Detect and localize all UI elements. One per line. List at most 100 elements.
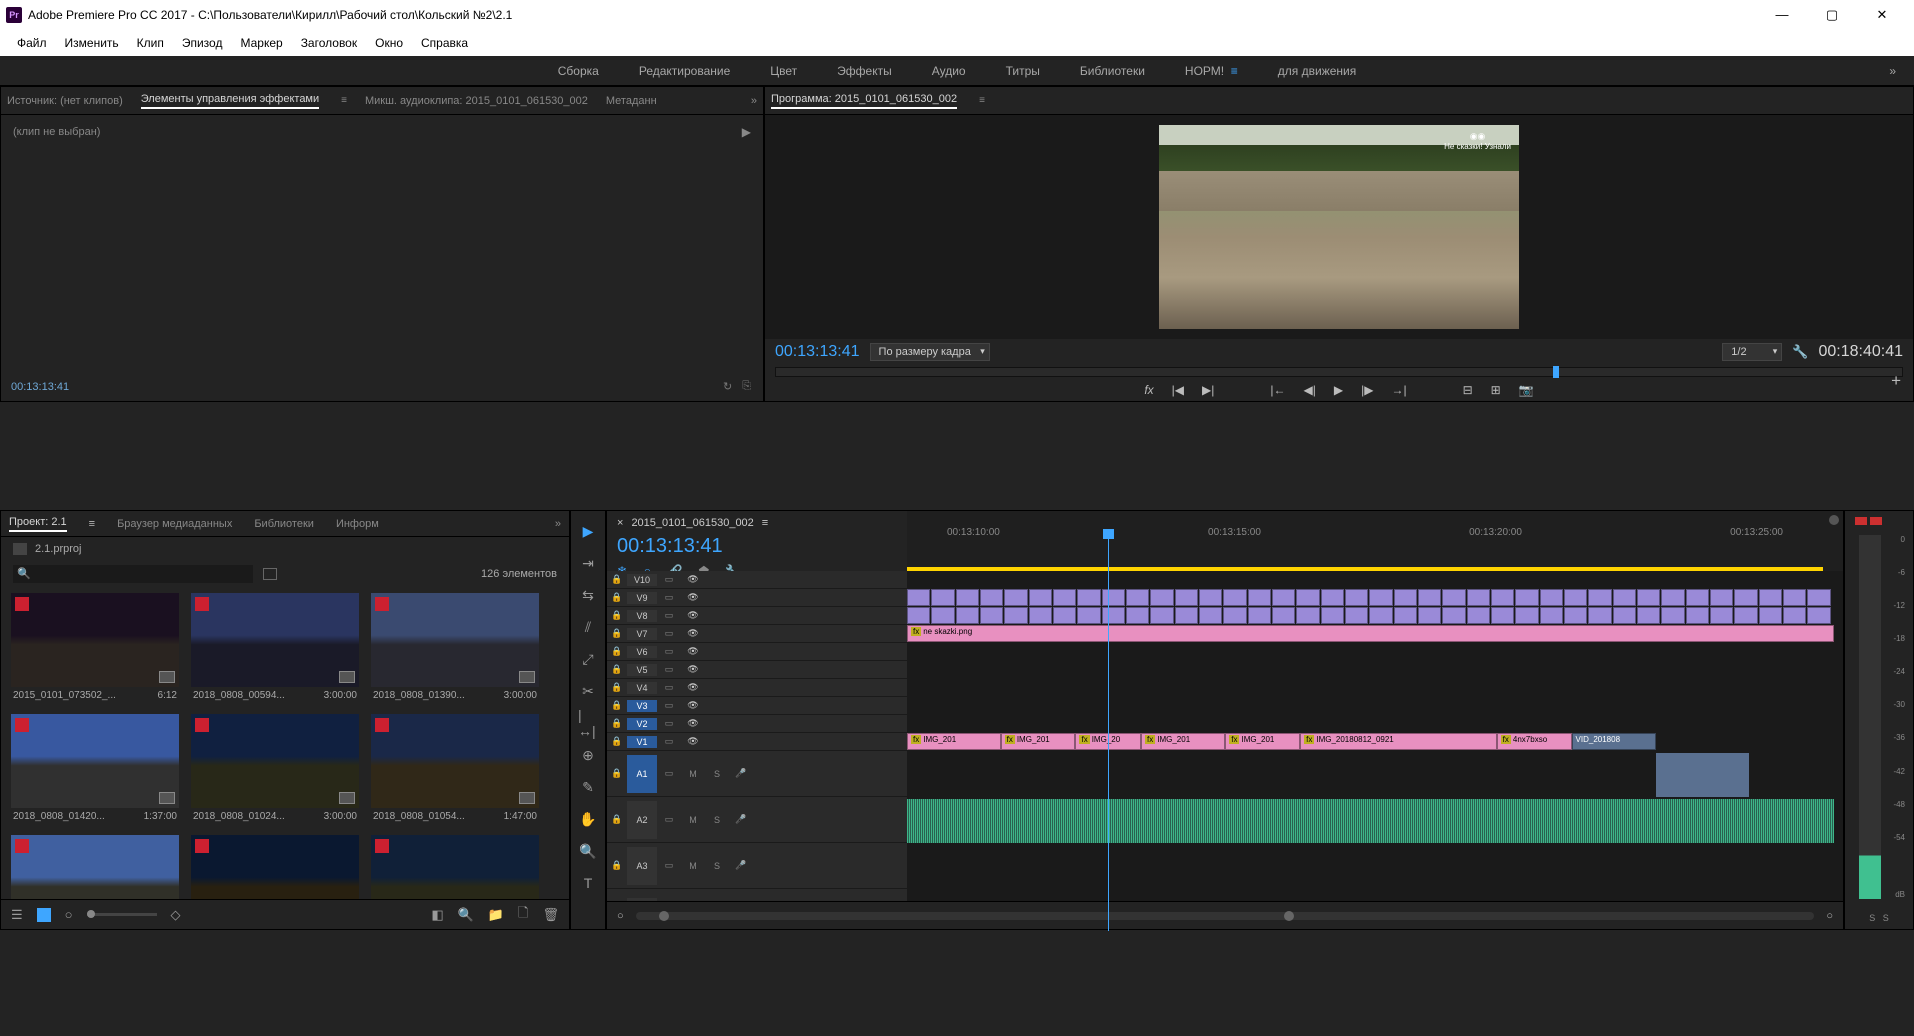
mark-in-icon[interactable]: |◀ — [1172, 383, 1184, 397]
track-lock-icon[interactable]: 🔒 — [607, 860, 627, 871]
program-timecode[interactable]: 00:13:13:41 — [775, 343, 860, 361]
track-label[interactable]: A3 — [627, 847, 657, 885]
go-to-out-icon[interactable]: →| — [1391, 383, 1406, 397]
find-icon[interactable]: 🔍 — [458, 907, 474, 923]
step-fwd-icon[interactable]: |▶ — [1361, 383, 1373, 397]
project-clip[interactable]: 2018_0808_... — [191, 835, 359, 899]
track-label[interactable]: A1 — [627, 755, 657, 793]
solo-button[interactable]: S — [705, 769, 729, 779]
video-clip[interactable] — [1004, 607, 1027, 624]
track-lock-icon[interactable]: 🔒 — [607, 628, 627, 639]
list-view-icon[interactable]: ☰ — [11, 907, 23, 923]
video-clip[interactable] — [1686, 607, 1709, 624]
track-visibility-icon[interactable]: 👁 — [681, 700, 705, 711]
video-clip[interactable] — [1150, 607, 1173, 624]
video-clip[interactable] — [1710, 607, 1733, 624]
video-clip[interactable] — [907, 607, 930, 624]
video-clip[interactable] — [1710, 589, 1733, 606]
track-visibility-icon[interactable]: 👁 — [681, 574, 705, 585]
video-clip[interactable] — [1467, 607, 1490, 624]
track-label[interactable]: V10 — [627, 574, 657, 586]
sequence-name[interactable]: 2015_0101_061530_002 — [631, 517, 753, 529]
zoom-out-icon[interactable]: ○ — [617, 910, 624, 922]
video-clip[interactable] — [1564, 589, 1587, 606]
tab-project[interactable]: Проект: 2.1 — [9, 516, 67, 532]
track-lock-icon[interactable]: 🔒 — [607, 646, 627, 657]
video-clip[interactable] — [1175, 607, 1198, 624]
video-clip[interactable] — [1442, 589, 1465, 606]
video-clip[interactable]: fxIMG_201 — [1141, 733, 1225, 750]
slip-tool-icon[interactable]: |↔| — [578, 713, 598, 733]
video-clip[interactable] — [1029, 607, 1052, 624]
video-clip[interactable] — [1199, 607, 1222, 624]
type-tool-icon[interactable]: T — [578, 873, 598, 893]
video-clip[interactable] — [1734, 589, 1757, 606]
video-clip[interactable] — [956, 589, 979, 606]
track-lock-icon[interactable]: 🔒 — [607, 814, 627, 825]
project-clip[interactable]: 2018_0808_01024...3:00:00 — [191, 714, 359, 825]
track-label[interactable]: V7 — [627, 628, 657, 640]
track-visibility-icon[interactable]: 👁 — [681, 610, 705, 621]
video-clip[interactable] — [1053, 589, 1076, 606]
audio-clip[interactable] — [1656, 753, 1750, 797]
menu-file[interactable]: Файл — [8, 36, 56, 50]
solo-buttons[interactable]: S S — [1845, 913, 1913, 923]
mute-button[interactable]: M — [681, 861, 705, 871]
sync-lock-icon[interactable]: ▭ — [657, 814, 681, 825]
zoom-fit-dropdown[interactable]: По размеру кадра — [870, 343, 990, 361]
icon-view-icon[interactable] — [37, 908, 51, 922]
video-clip[interactable] — [1102, 589, 1125, 606]
video-clip[interactable] — [1637, 607, 1660, 624]
track-label[interactable]: V3 — [627, 700, 657, 712]
timeline-timecode[interactable]: 00:13:13:41 — [617, 535, 897, 558]
freeform-view-icon[interactable]: ○ — [65, 907, 73, 922]
track-lock-icon[interactable]: 🔒 — [607, 574, 627, 585]
program-monitor-viewport[interactable]: Не сказки! Узнали — [765, 115, 1913, 339]
solo-button[interactable]: S — [705, 815, 729, 825]
video-clip[interactable]: VID_201808 — [1572, 733, 1656, 750]
video-clip[interactable] — [1345, 607, 1368, 624]
video-clip[interactable] — [1418, 589, 1441, 606]
zoom-tool-icon[interactable]: 🔍 — [578, 841, 598, 861]
work-area-end-icon[interactable] — [1829, 515, 1839, 525]
video-clip[interactable] — [1248, 589, 1271, 606]
video-clip[interactable] — [1661, 607, 1684, 624]
video-clip[interactable] — [1637, 589, 1660, 606]
video-clip[interactable] — [1515, 589, 1538, 606]
track-content[interactable]: fxne skazki.pngfxIMG_201fxIMG_201fxIMG_2… — [907, 571, 1843, 901]
fx-icon[interactable]: fx — [1144, 383, 1153, 397]
video-clip[interactable] — [1807, 607, 1830, 624]
workspace-assembly[interactable]: Сборка — [558, 64, 599, 78]
project-search-input[interactable] — [13, 565, 253, 583]
video-clip[interactable] — [1807, 589, 1830, 606]
video-clip[interactable] — [1418, 607, 1441, 624]
trash-icon[interactable]: 🗑 — [542, 907, 559, 923]
zoom-in-icon[interactable]: ○ — [1826, 910, 1833, 922]
sequence-menu-icon[interactable]: ≡ — [762, 517, 768, 529]
video-clip[interactable] — [1321, 607, 1344, 624]
track-label[interactable]: V2 — [627, 718, 657, 730]
workspace-color[interactable]: Цвет — [770, 64, 797, 78]
video-clip[interactable] — [1394, 589, 1417, 606]
track-select-tool-icon[interactable]: ⇥ — [578, 553, 598, 573]
video-clip[interactable] — [980, 589, 1003, 606]
new-bin-icon[interactable] — [263, 568, 277, 580]
play-only-icon[interactable]: ▶ — [742, 125, 751, 139]
track-lock-icon[interactable]: 🔒 — [607, 610, 627, 621]
play-icon[interactable]: ▶ — [1334, 383, 1343, 397]
pen-tool-icon[interactable]: ✎ — [578, 777, 598, 797]
video-clip[interactable] — [1783, 607, 1806, 624]
track-lock-icon[interactable]: 🔒 — [607, 768, 627, 779]
video-clip[interactable] — [1126, 607, 1149, 624]
close-button[interactable]: ✕ — [1870, 7, 1894, 23]
video-clip[interactable] — [956, 607, 979, 624]
video-clip[interactable] — [1783, 589, 1806, 606]
sync-lock-icon[interactable]: ▭ — [657, 610, 681, 621]
video-clip[interactable] — [1613, 607, 1636, 624]
video-clip[interactable] — [1467, 589, 1490, 606]
video-clip[interactable] — [980, 607, 1003, 624]
video-clip[interactable] — [1613, 589, 1636, 606]
playback-res-dropdown[interactable]: 1/2 — [1722, 343, 1782, 361]
video-clip[interactable] — [1491, 589, 1514, 606]
tabs-overflow-icon[interactable]: » — [751, 95, 757, 107]
